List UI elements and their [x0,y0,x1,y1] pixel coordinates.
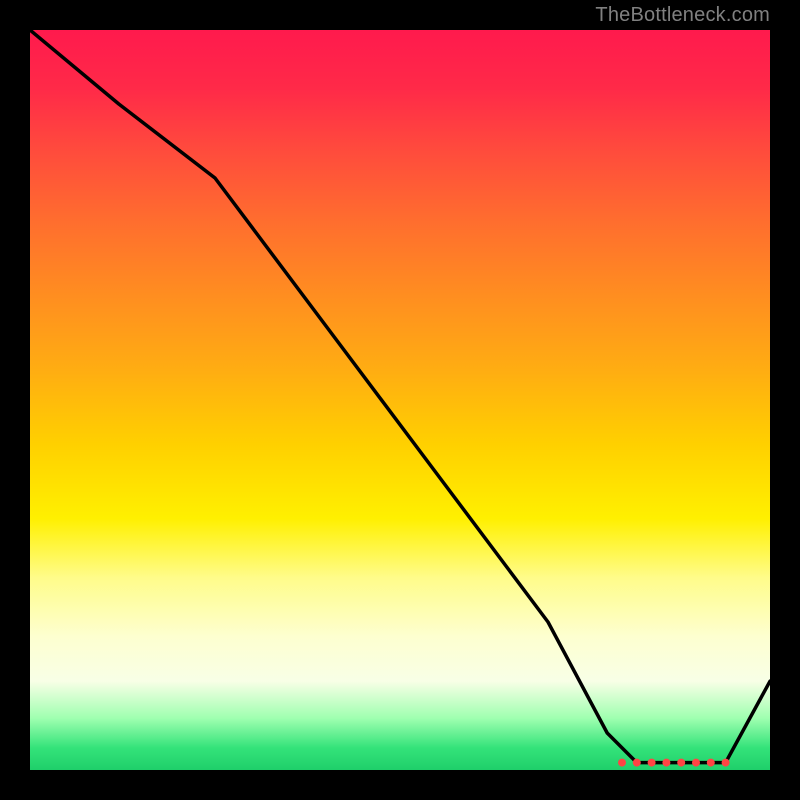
baseline-marker [707,759,715,767]
baseline-marker [648,759,656,767]
baseline-marker [692,759,700,767]
curve-line [30,30,770,763]
baseline-marker [677,759,685,767]
baseline-marker [662,759,670,767]
plot-area [30,30,770,770]
chart-overlay [30,30,770,770]
baseline-marker [633,759,641,767]
chart-frame: TheBottleneck.com [0,0,800,800]
baseline-marker [722,759,730,767]
watermark-text: TheBottleneck.com [595,4,770,27]
baseline-marker [618,759,626,767]
